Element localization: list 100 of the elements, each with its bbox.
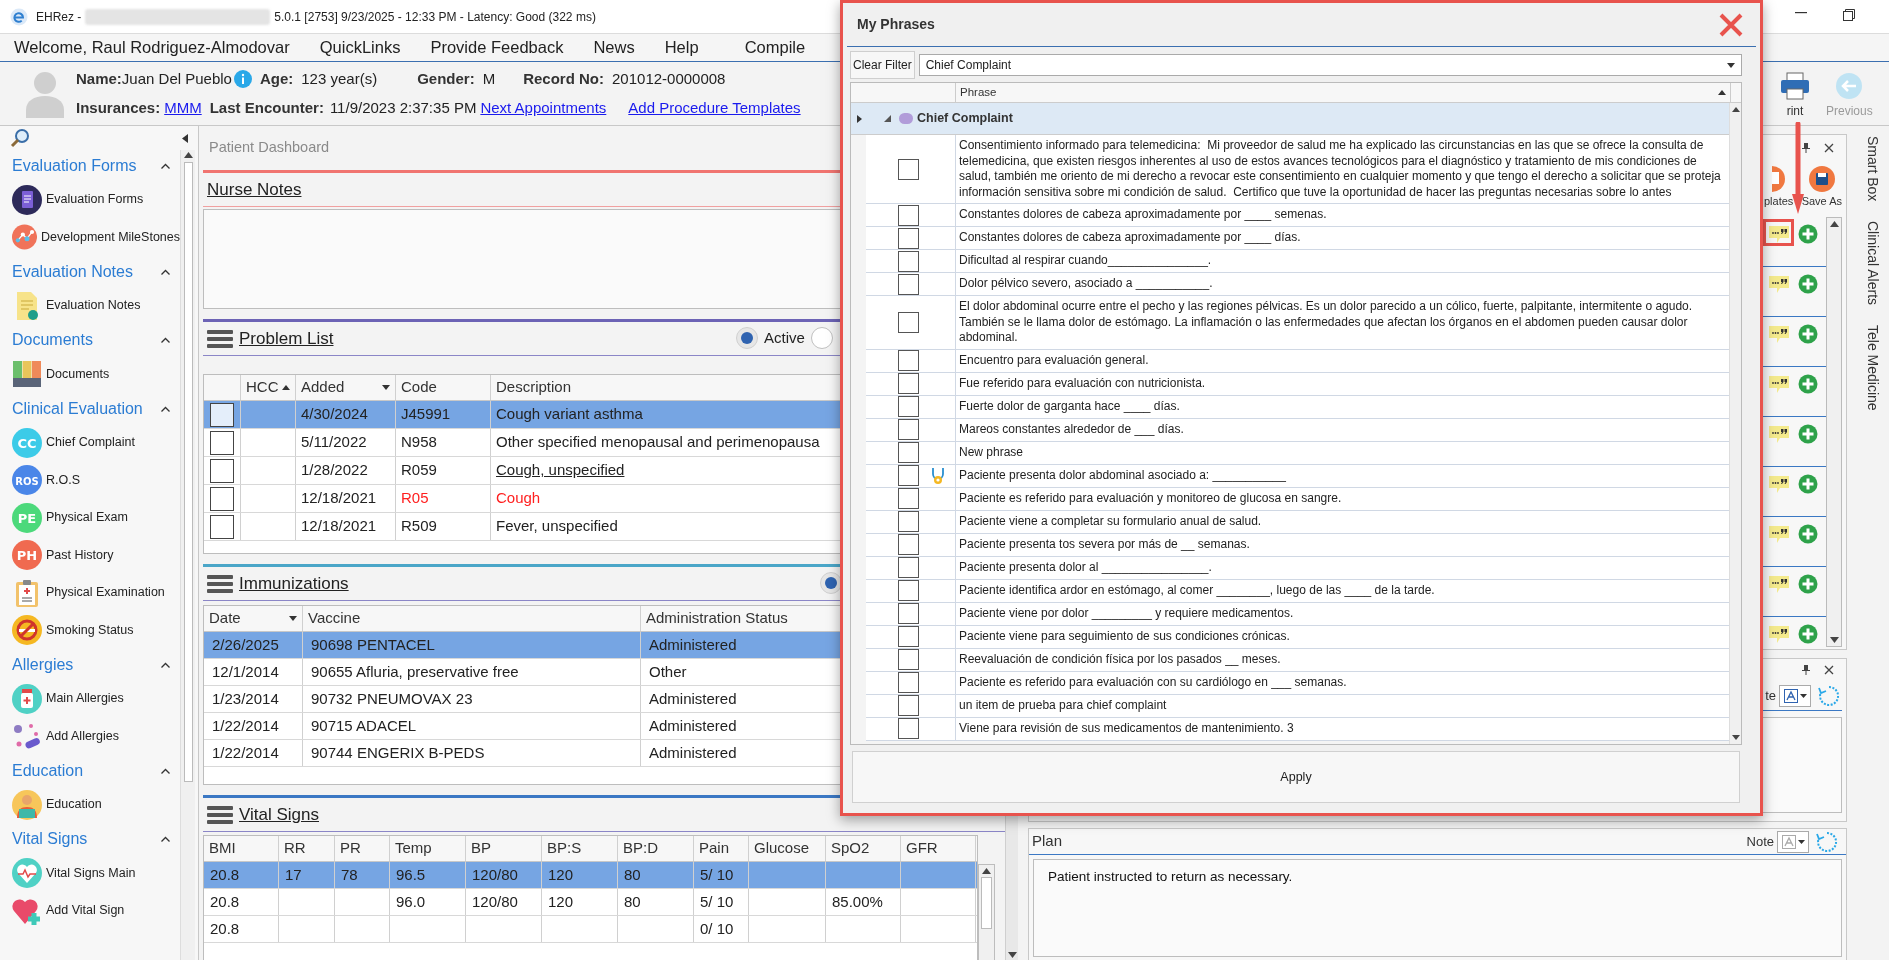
- quote-icon[interactable]: [1768, 274, 1790, 294]
- column-header[interactable]: Added: [296, 375, 396, 400]
- phrase-text[interactable]: Constantes dolores de cabeza aproximadamente por ____ días.: [956, 227, 1730, 250]
- radio-button[interactable]: [810, 327, 833, 350]
- checkbox[interactable]: [898, 227, 919, 249]
- section-title[interactable]: Immunizations: [239, 570, 349, 597]
- phrase-text[interactable]: Paciente presenta tos severa por más de __ semanas.: [956, 533, 1730, 557]
- scroll-thumb[interactable]: [183, 162, 193, 782]
- close-icon[interactable]: [1824, 143, 1834, 153]
- phrase-text[interactable]: Encuentro para evaluación general.: [956, 349, 1730, 373]
- checkbox[interactable]: [898, 603, 919, 624]
- phrase-text[interactable]: Consentimiento informado para telemedicina: Mi proveedor de salud me ha explicado las circunstancias en las que se ofrece la consulta de telemedicina, que existen riesgos inherentes al uso de estos avances tecnológicos para el diagnóstico y tratamiento de mis condiciones de salud, también me oriento de mi derecho a revocar este consentimiento en cualquier momento y que tengo el derecho a solicitar que se proteja información sensitiva sobre mi condición de salud. Certifico que tuve la oportunidad de hacer las preguntas necesarias sobre lo antes: [956, 135, 1730, 204]
- column-header[interactable]: Pain: [694, 836, 749, 861]
- checkbox[interactable]: [898, 465, 919, 486]
- menu-item[interactable]: Help: [664, 35, 699, 60]
- save-icon[interactable]: [1807, 164, 1836, 193]
- format-dropdown[interactable]: [1779, 684, 1811, 707]
- phrase-text[interactable]: Paciente identifica ardor en estómago, al comer ________, luego de las ____ de la tarde.: [956, 579, 1730, 603]
- scroll-down-icon[interactable]: [1731, 735, 1740, 740]
- quote-icon[interactable]: [1768, 574, 1790, 594]
- phrase-text[interactable]: Viene para revisión de sus medicamentos de mantenimiento. 3: [956, 717, 1730, 741]
- checkbox[interactable]: [210, 402, 234, 427]
- quote-icon[interactable]: [1768, 424, 1790, 444]
- menu-icon[interactable]: [207, 573, 233, 594]
- section-header[interactable]: Vital Signs: [12, 827, 88, 851]
- expand-icon[interactable]: [857, 114, 862, 123]
- add-icon[interactable]: [1798, 524, 1818, 544]
- phrase-text[interactable]: Mareos constantes alrededor de ___ días.: [956, 418, 1730, 442]
- pin-icon[interactable]: [1802, 665, 1810, 675]
- scroll-thumb[interactable]: [981, 877, 992, 929]
- section-header[interactable]: Education: [12, 758, 84, 783]
- scroll-up-icon[interactable]: [982, 868, 991, 874]
- caret-icon[interactable]: [1797, 839, 1805, 844]
- quote-icon[interactable]: [1768, 374, 1790, 394]
- add-icon[interactable]: [1798, 624, 1818, 644]
- sidebar-item[interactable]: Evaluation Forms: [46, 190, 144, 210]
- scroll-up-icon[interactable]: [183, 152, 193, 158]
- printer-icon[interactable]: [1780, 72, 1810, 100]
- no-smoking-icon[interactable]: [12, 615, 42, 646]
- scroll-down-icon[interactable]: [1007, 952, 1017, 958]
- section-header[interactable]: Clinical Evaluation: [12, 396, 143, 421]
- header-link[interactable]: Add Procedure Templates: [628, 96, 801, 119]
- column-header[interactable]: Vaccine: [303, 606, 641, 631]
- sidebar-item[interactable]: Add Vital Sign: [46, 901, 125, 921]
- vertical-tab[interactable]: Tele Medicine: [1861, 325, 1883, 411]
- checkbox[interactable]: [898, 273, 919, 295]
- checkbox[interactable]: [898, 557, 919, 578]
- phrase-text[interactable]: El dolor abdominal ocurre entre el pecho y las regiones pélvicas. Es un dolor parecido a un cólico, fuerte, palpitante, intermitente o agudo. También se le llama dolor de estómago. La inflamación o las enfermedades que afectan los órganos en el abdomen pueden causar dolor abdominal.: [956, 296, 1730, 350]
- sidebar-item[interactable]: Main Allergies: [46, 689, 124, 709]
- menu-item[interactable]: News: [593, 35, 635, 60]
- phrase-text[interactable]: New phrase: [956, 441, 1730, 465]
- phrase-text[interactable]: un item de prueba para chief complaint: [956, 694, 1730, 718]
- text-format-icon[interactable]: [1783, 688, 1798, 703]
- checkbox[interactable]: [898, 204, 919, 226]
- phrase-text[interactable]: Dificultad al respirar cuando_______________.: [956, 250, 1730, 273]
- column-header[interactable]: Date: [204, 606, 303, 631]
- scrollbar[interactable]: [978, 864, 995, 960]
- checkbox[interactable]: [898, 649, 919, 670]
- close-icon[interactable]: [1824, 665, 1834, 675]
- quote-icon[interactable]: [1768, 324, 1790, 344]
- sidebar-item[interactable]: Past History: [46, 545, 114, 565]
- sidebar-item[interactable]: Evaluation Notes: [46, 296, 141, 316]
- column-header[interactable]: BMI: [204, 836, 279, 861]
- radio-button[interactable]: [736, 327, 758, 350]
- group-title[interactable]: Chief Complaint: [917, 109, 1013, 128]
- checkbox[interactable]: [210, 514, 234, 539]
- checkbox[interactable]: [210, 458, 234, 483]
- menu-item[interactable]: QuickLinks: [319, 35, 401, 60]
- quote-icon[interactable]: [1768, 224, 1790, 244]
- add-icon[interactable]: [1798, 424, 1818, 444]
- clear-filter-button[interactable]: Clear Filter: [850, 51, 915, 79]
- column-header[interactable]: Code: [396, 375, 491, 400]
- sidebar-item[interactable]: R.O.S: [46, 470, 81, 490]
- phrase-text[interactable]: Paciente viene por dolor _________ y requiere medicamentos.: [956, 602, 1730, 626]
- insurance-link[interactable]: MMM: [164, 96, 202, 119]
- phrase-text[interactable]: Dolor pélvico severo, asociado a ___________.: [956, 273, 1730, 296]
- toolbar-button[interactable]: Save As: [1801, 164, 1842, 209]
- column-header[interactable]: PR: [335, 836, 390, 861]
- section-title[interactable]: Nurse Notes: [207, 176, 302, 203]
- phrase-text[interactable]: Paciente presenta dolor al ________________.: [956, 556, 1730, 580]
- toolbar-button[interactable]: rint: [1780, 72, 1810, 120]
- checkbox[interactable]: [898, 718, 919, 739]
- checkbox[interactable]: [898, 350, 919, 371]
- chevron-up-icon[interactable]: [161, 767, 170, 774]
- column-header[interactable]: Temp: [390, 836, 466, 861]
- caret-icon[interactable]: [1799, 693, 1807, 698]
- checkbox[interactable]: [898, 442, 919, 463]
- column-header[interactable]: SpO2: [826, 836, 901, 861]
- scroll-up-icon[interactable]: [1829, 221, 1839, 227]
- phrase-text[interactable]: Paciente es referido para evaluación y monitoreo de glucosa en sangre.: [956, 487, 1730, 511]
- section-header[interactable]: Evaluation Forms: [12, 153, 137, 178]
- sort-arrow-icon[interactable]: [382, 385, 390, 390]
- menu-icon[interactable]: [207, 804, 233, 825]
- checkbox[interactable]: [898, 580, 919, 601]
- column-header[interactable]: BP:D: [618, 836, 694, 861]
- quote-icon[interactable]: [1768, 524, 1790, 544]
- checkbox[interactable]: [898, 373, 919, 394]
- restore-icon[interactable]: [1843, 9, 1855, 21]
- chevron-up-icon[interactable]: [161, 268, 170, 275]
- checkbox[interactable]: [898, 534, 919, 555]
